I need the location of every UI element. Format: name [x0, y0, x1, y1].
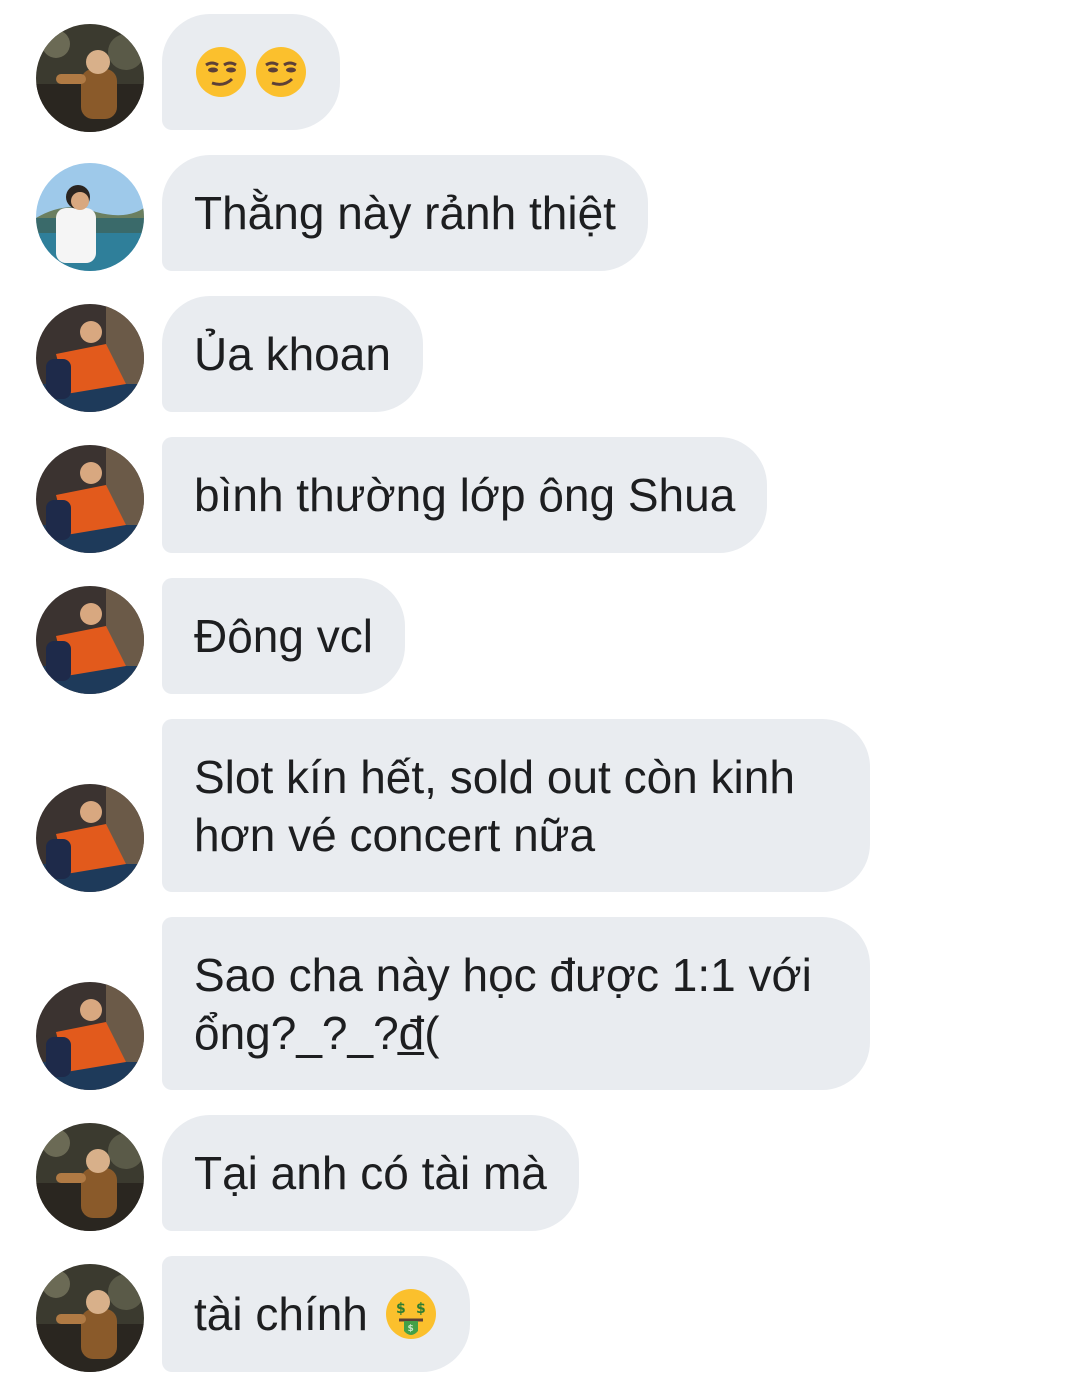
message-bubble[interactable]: Đông vcl	[162, 578, 405, 694]
message-text: Sao cha này học được 1:1 với ổng?_?_?đ̲(	[194, 948, 812, 1059]
avatar-photo-icon	[36, 982, 144, 1090]
message-row	[0, 14, 1080, 132]
avatar-sender-a[interactable]	[36, 1264, 144, 1372]
avatar-photo-icon	[36, 586, 144, 694]
message-bubble[interactable]: Ủa khoan	[162, 296, 423, 412]
svg-text:$: $	[407, 1324, 413, 1334]
message-bubble[interactable]: Thằng này rảnh thiệt	[162, 155, 648, 271]
avatar-photo-icon	[36, 1264, 144, 1372]
money-mouth-emoji-icon: $ $ $	[384, 1287, 438, 1341]
message-bubble[interactable]: tài chính $ $ $	[162, 1256, 470, 1372]
message-text: tài chính	[194, 1288, 368, 1340]
message-row: Đông vcl	[0, 578, 1080, 694]
message-text: Thằng này rảnh thiệt	[194, 187, 616, 239]
avatar-sender-b[interactable]	[36, 163, 144, 271]
avatar-sender-c[interactable]	[36, 586, 144, 694]
avatar-photo-icon	[36, 24, 144, 132]
svg-text:$: $	[396, 1301, 406, 1317]
message-bubble[interactable]: Tại anh có tài mà	[162, 1115, 579, 1231]
message-row: bình thường lớp ông Shua	[0, 437, 1080, 553]
avatar-sender-c[interactable]	[36, 445, 144, 553]
avatar-photo-icon	[36, 784, 144, 892]
message-row: Tại anh có tài mà	[0, 1115, 1080, 1231]
message-bubble[interactable]: Sao cha này học được 1:1 với ổng?_?_?đ̲(	[162, 917, 870, 1090]
message-row: Slot kín hết, sold out còn kinh hơn vé c…	[0, 719, 1080, 892]
message-bubble[interactable]: bình thường lớp ông Shua	[162, 437, 768, 553]
message-text: bình thường lớp ông Shua	[194, 469, 736, 521]
avatar-photo-icon	[36, 304, 144, 412]
avatar-photo-icon	[36, 1123, 144, 1231]
svg-text:$: $	[416, 1301, 426, 1317]
message-row: Ủa khoan	[0, 296, 1080, 412]
smirk-emoji-icon	[194, 45, 248, 99]
message-bubble[interactable]: Slot kín hết, sold out còn kinh hơn vé c…	[162, 719, 870, 892]
message-row: tài chính $ $ $	[0, 1256, 1080, 1372]
avatar-photo-icon	[36, 445, 144, 553]
message-row: Sao cha này học được 1:1 với ổng?_?_?đ̲(	[0, 917, 1080, 1090]
smirk-emoji-icon	[254, 45, 308, 99]
chat-thread: Thằng này rảnh thiệt Ủa khoan bình thườn…	[0, 0, 1080, 1390]
message-text: Slot kín hết, sold out còn kinh hơn vé c…	[194, 750, 795, 861]
message-row: Thằng này rảnh thiệt	[0, 155, 1080, 271]
avatar-sender-a[interactable]	[36, 1123, 144, 1231]
avatar-photo-icon	[36, 163, 144, 271]
avatar-sender-a[interactable]	[36, 24, 144, 132]
message-bubble[interactable]	[162, 14, 340, 130]
message-text: Tại anh có tài mà	[194, 1147, 547, 1199]
avatar-sender-c[interactable]	[36, 982, 144, 1090]
avatar-sender-c[interactable]	[36, 784, 144, 892]
message-text: Ủa khoan	[194, 328, 391, 380]
avatar-sender-c[interactable]	[36, 304, 144, 412]
message-text: Đông vcl	[194, 610, 373, 662]
